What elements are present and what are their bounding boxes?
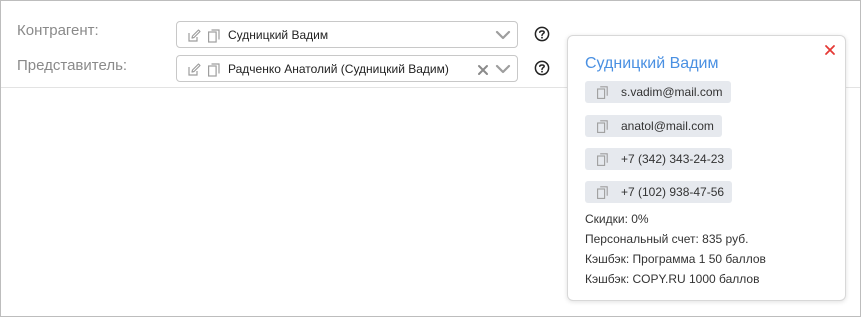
copy-icon[interactable] <box>597 186 608 202</box>
question-circle-icon[interactable] <box>534 60 550 76</box>
contact-chip-email[interactable]: anatol@mail.com <box>585 115 722 137</box>
discount-info: Скидки: 0% <box>585 212 649 226</box>
contact-chip-phone[interactable]: +7 (102) 938-47-56 <box>585 181 733 203</box>
counterparty-label: Контрагент: <box>17 22 99 39</box>
chevron-down-icon[interactable] <box>495 28 511 47</box>
contact-chip-text: anatol@mail.com <box>621 119 714 133</box>
copy-icon[interactable] <box>597 153 608 169</box>
cashback-info: Кэшбэк: COPY.RU 1000 баллов <box>585 272 760 286</box>
clear-icon[interactable] <box>477 63 489 81</box>
copy-icon[interactable] <box>597 86 608 102</box>
representative-value: Радченко Анатолий (Судницкий Вадим) <box>228 62 449 76</box>
counterparty-select[interactable]: Судницкий Вадим <box>176 21 518 48</box>
chevron-down-icon[interactable] <box>495 62 511 81</box>
contact-chip-text: +7 (102) 938-47-56 <box>621 185 725 199</box>
copy-icon[interactable] <box>597 120 608 136</box>
cashback-info: Кэшбэк: Программа 1 50 баллов <box>585 252 766 266</box>
counterparty-value: Судницкий Вадим <box>228 28 329 42</box>
contact-chip-text: +7 (342) 343-24-23 <box>621 152 725 166</box>
representative-select[interactable]: Радченко Анатолий (Судницкий Вадим) <box>176 55 518 82</box>
edit-icon[interactable] <box>187 63 201 82</box>
copy-icon[interactable] <box>208 63 220 82</box>
account-info: Персональный счет: 835 руб. <box>585 232 749 246</box>
contact-popover: Судницкий Вадим s.vadim@mail.com anatol@… <box>567 35 846 301</box>
contact-chip-text: s.vadim@mail.com <box>621 85 723 99</box>
question-circle-icon[interactable] <box>534 26 550 42</box>
edit-icon[interactable] <box>187 29 201 48</box>
contact-name-link[interactable]: Судницкий Вадим <box>585 55 718 73</box>
contact-chip-email[interactable]: s.vadim@mail.com <box>585 81 731 103</box>
contact-chip-phone[interactable]: +7 (342) 343-24-23 <box>585 148 733 170</box>
close-icon[interactable] <box>824 43 836 55</box>
copy-icon[interactable] <box>208 29 220 48</box>
representative-label: Представитель: <box>17 57 128 74</box>
